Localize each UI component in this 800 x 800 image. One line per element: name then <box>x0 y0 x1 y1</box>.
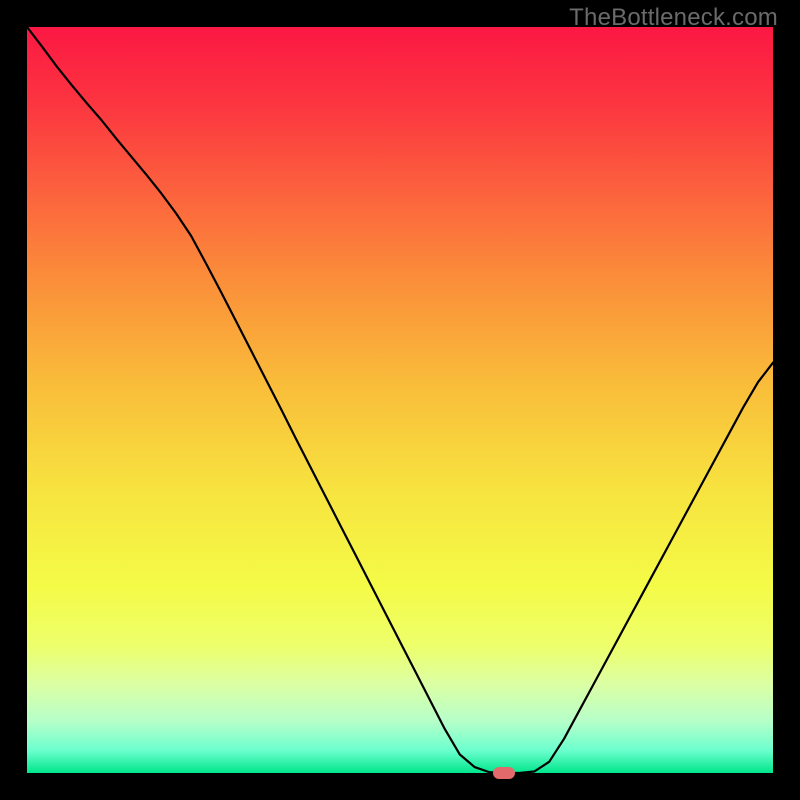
optimal-marker <box>493 767 515 779</box>
chart-plot <box>27 27 773 773</box>
chart-frame: TheBottleneck.com <box>0 0 800 800</box>
chart-background <box>27 27 773 773</box>
